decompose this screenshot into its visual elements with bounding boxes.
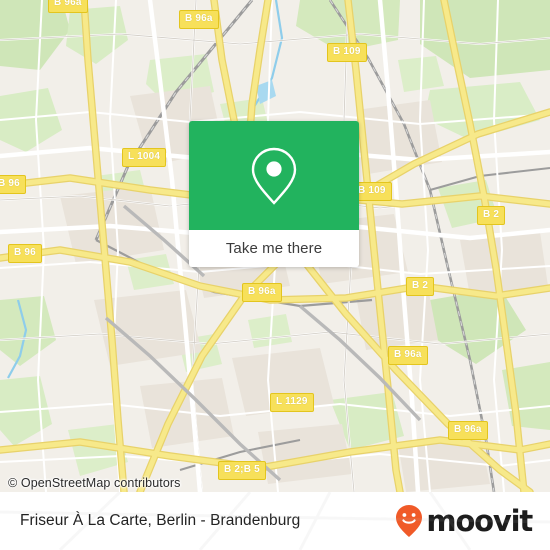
poi-card-header bbox=[189, 121, 359, 230]
osm-attribution[interactable]: © OpenStreetMap contributors bbox=[8, 476, 181, 490]
road-shield-b96a-topcenter: B 96a bbox=[179, 10, 219, 29]
moovit-smiling-pin-icon bbox=[396, 505, 423, 537]
location-pin-icon bbox=[251, 147, 297, 205]
road-shield-b96a-lowerright: B 96a bbox=[388, 346, 428, 365]
road-shield-l1129: L 1129 bbox=[270, 393, 314, 412]
road-shield-b2-right: B 2 bbox=[406, 277, 435, 296]
road-shield-l1004: L 1004 bbox=[122, 148, 167, 167]
map-canvas[interactable]: B 96a B 96a B 109 L 1004 B 96 B 109 B 2 … bbox=[0, 0, 550, 492]
road-shield-b2-rightedge: B 2 bbox=[477, 206, 506, 225]
moovit-wordmark: moovit bbox=[426, 503, 533, 538]
road-shield-b109-top: B 109 bbox=[327, 43, 367, 62]
road-shield-b96a-topleft: B 96a bbox=[48, 0, 88, 13]
road-shield-b96-left: B 96 bbox=[8, 244, 42, 263]
road-shield-b96a-center: B 96a bbox=[242, 283, 282, 302]
road-shield-b96-leftedge: B 96 bbox=[0, 175, 26, 194]
poi-callout-card[interactable]: Take me there bbox=[189, 121, 359, 267]
footer-bar: Friseur À La Carte, Berlin - Brandenburg… bbox=[0, 492, 550, 550]
road-shield-b2b5-bottom: B 2;B 5 bbox=[218, 461, 266, 480]
poi-title-footer: Friseur À La Carte, Berlin - Brandenburg bbox=[20, 512, 301, 529]
moovit-logo[interactable]: moovit bbox=[394, 503, 533, 538]
road-shield-b96a-bottomright: B 96a bbox=[448, 421, 488, 440]
take-me-there-label: Take me there bbox=[225, 240, 323, 257]
poi-card-action[interactable]: Take me there bbox=[189, 230, 359, 267]
map-screenshot-root: B 96a B 96a B 109 L 1004 B 96 B 109 B 2 … bbox=[0, 0, 550, 550]
